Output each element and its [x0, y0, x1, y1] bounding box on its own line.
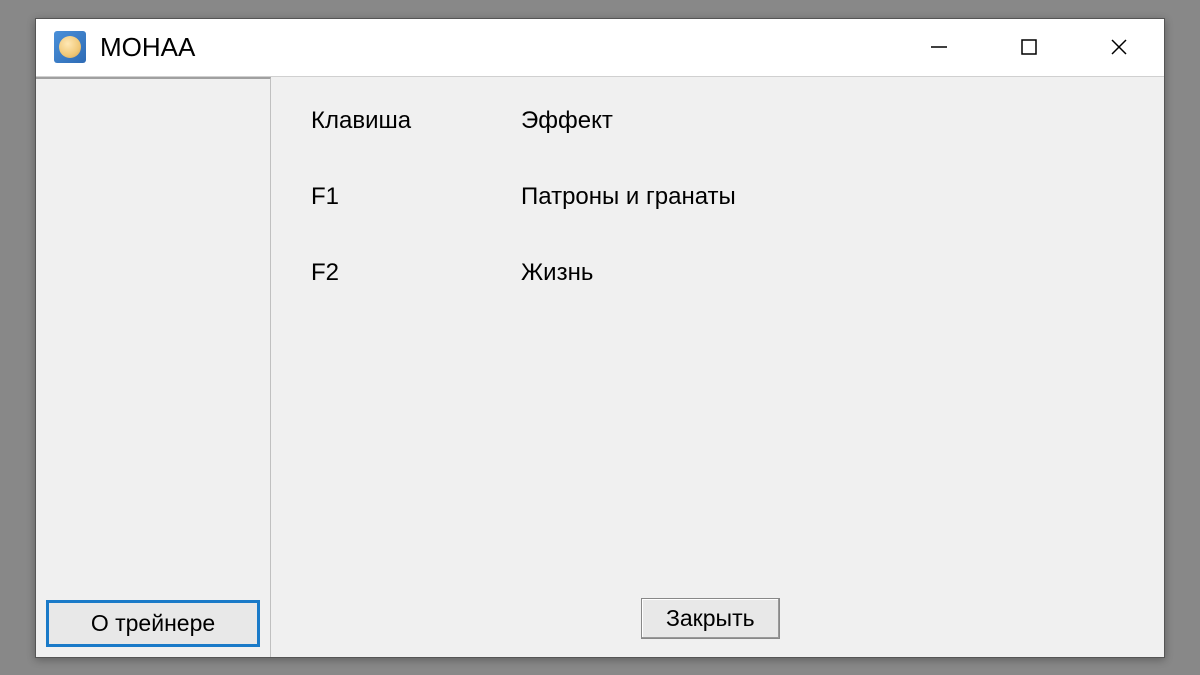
- sidebar-spacer: [36, 79, 270, 594]
- content-panel: Клавиша Эффект F1 Патроны и гранаты F2 Ж…: [271, 77, 1164, 657]
- sidebar: О трейнере: [36, 77, 271, 657]
- window-controls: [894, 19, 1164, 76]
- app-icon: [54, 31, 86, 63]
- table-row: F2 Жизнь: [311, 259, 1144, 287]
- table-row: F1 Патроны и гранаты: [311, 183, 1144, 211]
- app-window: MOHAA О трейнере: [35, 18, 1165, 658]
- about-button[interactable]: О трейнере: [46, 600, 260, 647]
- table-header-row: Клавиша Эффект: [311, 107, 1144, 135]
- window-title: MOHAA: [100, 32, 894, 63]
- minimize-icon: [929, 37, 949, 57]
- header-key: Клавиша: [311, 107, 521, 135]
- minimize-button[interactable]: [894, 19, 984, 76]
- maximize-icon: [1020, 38, 1038, 56]
- window-close-button[interactable]: [1074, 19, 1164, 76]
- hotkey-table: Клавиша Эффект F1 Патроны и гранаты F2 Ж…: [311, 107, 1144, 637]
- close-icon: [1109, 37, 1129, 57]
- header-effect: Эффект: [521, 107, 1144, 135]
- cell-effect: Патроны и гранаты: [521, 183, 1144, 211]
- close-button[interactable]: Закрыть: [641, 598, 780, 639]
- cell-key: F2: [311, 259, 521, 287]
- cell-effect: Жизнь: [521, 259, 1144, 287]
- cell-key: F1: [311, 183, 521, 211]
- body-area: О трейнере Клавиша Эффект F1 Патроны и г…: [36, 77, 1164, 657]
- maximize-button[interactable]: [984, 19, 1074, 76]
- titlebar: MOHAA: [36, 19, 1164, 77]
